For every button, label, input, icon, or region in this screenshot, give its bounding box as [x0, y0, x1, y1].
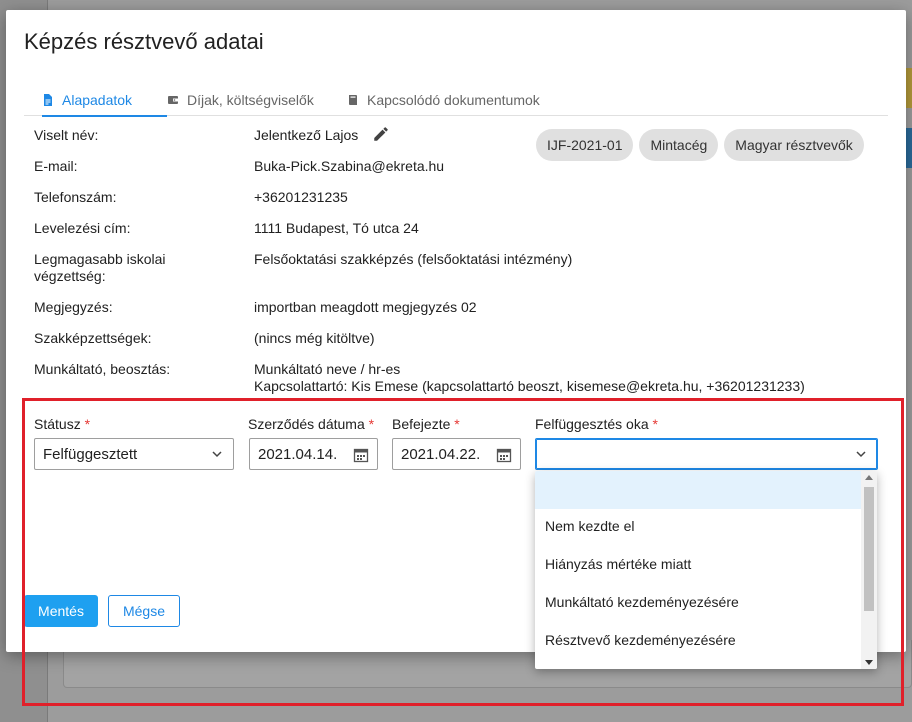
contract-date-label-text: Szerződés dátuma — [248, 416, 365, 432]
phone-label: Telefonszám: — [34, 189, 117, 205]
required-marker: * — [368, 416, 375, 432]
phone-value: +36201231235 — [254, 189, 348, 205]
tab-basic-data[interactable]: Alapadatok — [42, 84, 167, 117]
address-label: Levelezési cím: — [34, 220, 131, 236]
finished-label: Befejezte * — [392, 416, 460, 432]
scroll-up-arrow-icon[interactable] — [865, 475, 873, 480]
contract-date-picker[interactable]: 2021.04.14. — [249, 438, 378, 470]
name-label: Viselt név: — [34, 127, 99, 143]
scrollbar-thumb[interactable] — [864, 487, 874, 611]
qualifications-value: (nincs még kitöltve) — [254, 330, 375, 346]
education-label-line: végzettség: — [34, 268, 106, 284]
dialog-title: Képzés résztvevő adatai — [24, 29, 264, 54]
tag-chip: IJF-2021-01 — [536, 129, 634, 161]
tab-related-documents[interactable]: Kapcsolódó dokumentumok — [347, 84, 540, 115]
education-value: Felsőoktatási szakképzés (felsőoktatási … — [254, 251, 573, 267]
required-marker: * — [454, 416, 460, 432]
dropdown-option[interactable]: Nem kezdte el — [535, 507, 861, 545]
dropdown-option[interactable]: Hiányzás mértéke miatt — [535, 545, 861, 583]
qualifications-label: Szakképzettségek: — [34, 330, 152, 346]
education-label: Legmagasabb iskolai végzettség: — [34, 251, 166, 285]
save-button[interactable]: Mentés — [24, 595, 98, 627]
name-value: Jelentkező Lajos — [254, 127, 359, 143]
tab-label: Kapcsolódó dokumentumok — [367, 91, 540, 108]
pencil-icon[interactable] — [372, 125, 390, 143]
required-marker: * — [652, 416, 658, 432]
suspension-reason-dropdown: Nem kezdte el Hiányzás mértéke miatt Mun… — [535, 471, 877, 669]
suspension-reason-select[interactable] — [535, 438, 878, 470]
status-select[interactable]: Felfüggesztett — [34, 438, 234, 470]
employer-value: Munkáltató neve / hr-es Kapcsolattartó: … — [254, 361, 805, 395]
dropdown-option-empty[interactable] — [535, 471, 861, 509]
document-icon — [44, 93, 52, 106]
dropdown-option[interactable]: Munkáltató kezdeményezésére — [535, 583, 861, 621]
employer-value-line: Munkáltató neve / hr-es — [254, 361, 401, 377]
address-value: 1111 Budapest, Tó utca 24 — [254, 220, 419, 236]
required-marker: * — [84, 416, 91, 432]
employer-label: Munkáltató, beosztás: — [34, 361, 171, 377]
tag-chip: Magyar résztvevők — [724, 129, 864, 161]
status-label: Státusz * — [34, 416, 90, 432]
contract-date-label: Szerződés dátuma * — [248, 416, 374, 432]
scroll-down-arrow-icon[interactable] — [865, 660, 873, 665]
status-label-text: Státusz — [34, 416, 81, 432]
background-accent-strip — [906, 128, 912, 168]
book-icon — [349, 94, 357, 105]
calendar-icon[interactable] — [496, 447, 512, 463]
tag-chip: Mintacég — [639, 129, 719, 161]
background-accent-strip — [906, 68, 912, 108]
employer-contact-line: Kapcsolattartó: Kis Emese (kapcsolattart… — [254, 378, 805, 394]
finished-date-picker[interactable]: 2021.04.22. — [392, 438, 521, 470]
tab-fees[interactable]: Díjak, költségviselők — [167, 84, 314, 115]
note-value: importban meagdott megjegyzés 02 — [254, 299, 477, 315]
tab-bar: Alapadatok Díjak, költségviselők Kapcsol… — [24, 84, 888, 117]
suspension-reason-label: Felfüggesztés oka * — [535, 416, 658, 432]
chevron-down-icon — [212, 451, 222, 458]
wallet-icon — [168, 95, 178, 104]
dropdown-option[interactable]: Résztvevő kezdeményezésére — [535, 621, 861, 659]
cancel-button[interactable]: Mégse — [108, 595, 180, 627]
contract-date-value: 2021.04.14. — [258, 445, 338, 463]
finished-label-text: Befejezte — [392, 416, 451, 432]
tab-label: Díjak, költségviselők — [187, 91, 314, 108]
education-label-line: Legmagasabb iskolai — [34, 251, 166, 267]
email-label: E-mail: — [34, 158, 78, 174]
status-select-value: Felfüggesztett — [43, 445, 138, 463]
dropdown-scrollbar[interactable] — [861, 471, 877, 669]
finished-date-value: 2021.04.22. — [401, 445, 481, 463]
note-label: Megjegyzés: — [34, 299, 113, 315]
tab-label: Alapadatok — [62, 91, 133, 108]
email-value: Buka-Pick.Szabina@ekreta.hu — [254, 158, 445, 174]
calendar-icon[interactable] — [353, 447, 369, 463]
suspension-reason-label-text: Felfüggesztés oka — [535, 416, 649, 432]
chevron-down-icon — [856, 451, 866, 458]
tag-chips: IJF-2021-01 Mintacég Magyar résztvevők — [536, 129, 864, 161]
